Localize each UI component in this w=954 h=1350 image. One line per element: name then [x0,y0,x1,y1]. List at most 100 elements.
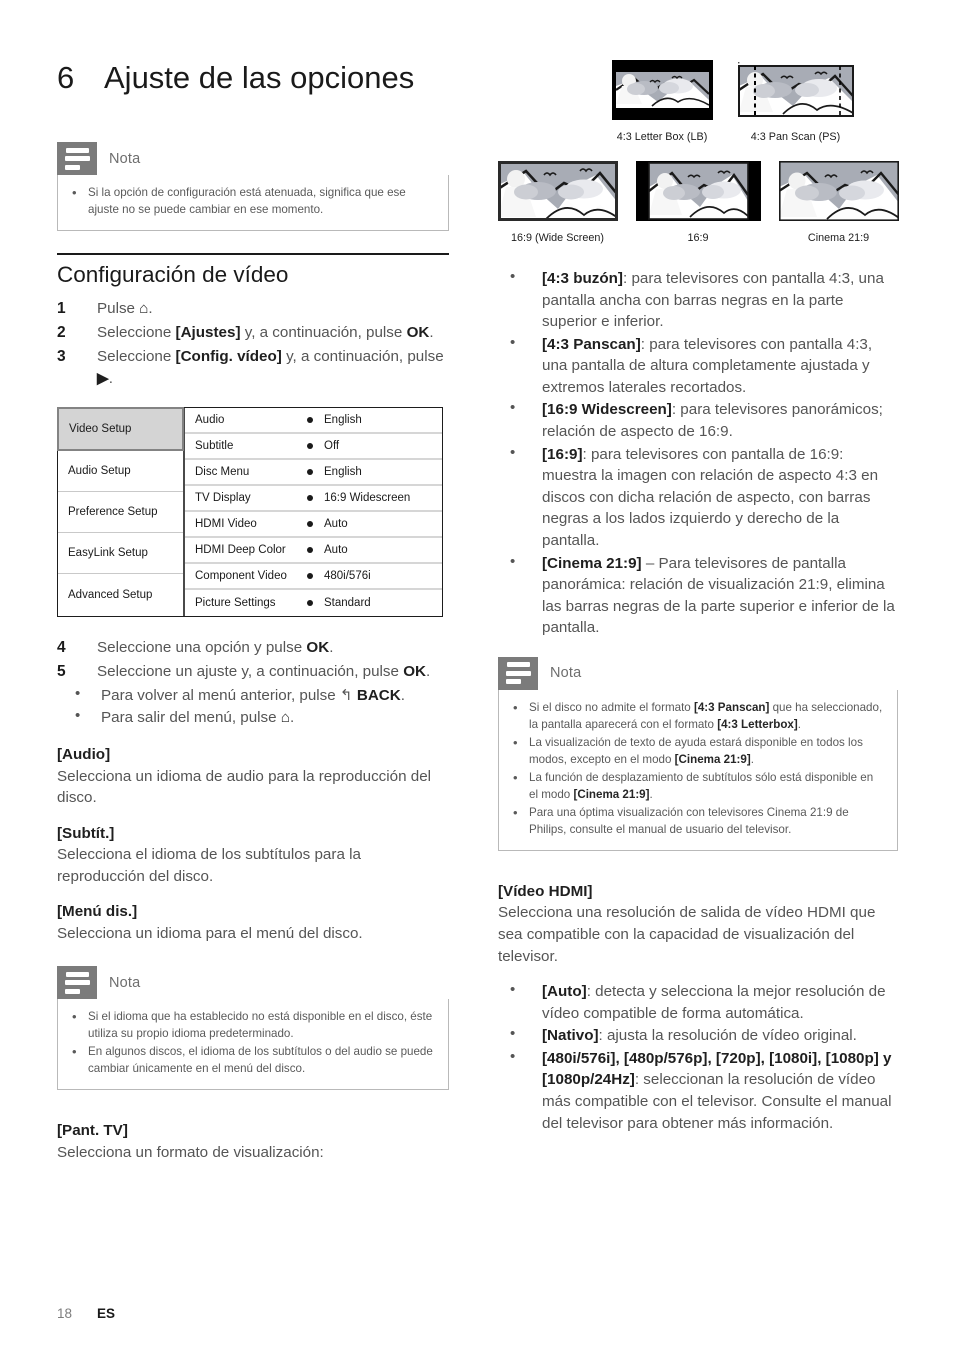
menu-sidebar: Video Setup Audio Setup Preference Setup… [57,407,185,617]
bullet-dot-icon [307,417,313,424]
menu-row-value: English [324,466,362,479]
menu-row-value: Auto [324,544,348,557]
definition-text: Selecciona el idioma de los subtítulos p… [57,846,361,885]
note-list: Si el disco no admite el formato [4:3 Pa… [509,698,883,838]
step-text: Pulse ⌂. [97,300,153,318]
tv-illustration-169-pillarbox [635,161,761,221]
menu-row[interactable]: HDMI Deep Color Auto [185,538,442,565]
definition-subtitulos: [Subtít.] Selecciona el idioma de los su… [57,823,449,887]
steps-list-1: 1 Pulse ⌂. 2 Seleccione [Ajustes] y, a c… [57,298,449,389]
letterbox-illustration-svg [611,60,713,120]
cinema219-illustration-svg [778,161,899,221]
note-icon [498,656,538,690]
device-setup-menu-screenshot: Video Setup Audio Setup Preference Setup… [57,407,443,618]
tv-format-caption: 4:3 Pan Scan (PS) [750,131,841,143]
menu-row-value: Standard [324,597,371,610]
bullet-dot-icon [307,600,313,607]
tv-illustration-panscan [737,60,855,120]
definition-title: [Menú dis.] [57,903,138,921]
tv-format-caption: 4:3 Letter Box (LB) [616,131,708,143]
note-item: Si el idioma que ha establecido no está … [68,1007,434,1042]
step-item: 4 Seleccione una opción y pulse OK. [57,637,449,659]
definition-title: [Audio] [57,746,111,764]
note-item: Para una óptima visualización con televi… [509,803,883,838]
menu-item-easylink-setup[interactable]: EasyLink Setup [58,533,183,575]
menu-item-advanced-setup[interactable]: Advanced Setup [58,574,183,615]
menu-options-panel: Audio English Subtitle Off Disc Menu Eng… [185,408,442,616]
display-option-item: [Cinema 21:9] – Para televisores de pant… [498,551,898,639]
chapter-heading: 6 Ajuste de las opciones [57,60,449,96]
language-code: ES [97,1306,116,1321]
note-list: Si la opción de configuración está atenu… [68,183,434,218]
step-number: 5 [57,663,66,681]
hdmi-option-item: [Nativo]: ajusta la resolución de vídeo … [498,1023,898,1047]
menu-row[interactable]: Picture Settings Standard [185,590,442,616]
note-body: Si el idioma que ha establecido no está … [57,999,449,1091]
step-item: 5 Seleccione un ajuste y, a continuación… [57,661,449,683]
definition-pant-tv: [Pant. TV] Selecciona un formato de visu… [57,1120,449,1163]
bullet-dot-icon [307,495,313,502]
bullet-dot-icon [307,469,313,476]
menu-row-value: Off [324,440,340,453]
menu-item-audio-setup[interactable]: Audio Setup [58,451,183,493]
menu-row[interactable]: Component Video 480i/576i [185,564,442,591]
step-text: Seleccione [Ajustes] y, a continuación, … [97,324,434,342]
menu-row[interactable]: HDMI Video Auto [185,512,442,539]
right-column: 4:3 Letter Box (LB) 4:3 Pan Scan (PS) 16… [497,60,899,1148]
step-item: 1 Pulse ⌂. [57,298,449,320]
definition-title: [Vídeo HDMI] [498,883,593,901]
note-body: Si la opción de configuración está atenu… [57,175,449,232]
tv-format-row-1: 4:3 Letter Box (LB) 4:3 Pan Scan (PS) [568,60,898,143]
definition-text: Selecciona un formato de visualización: [57,1143,324,1161]
menu-row-label: HDMI Deep Color [195,544,286,557]
menu-row-label: Component Video [195,570,287,583]
step-number: 2 [57,324,66,342]
bullet-dot-icon [307,547,313,554]
note-label: Nota [109,150,141,167]
note-item: En algunos discos, el idioma de los subt… [68,1042,434,1077]
definition-title: [Pant. TV] [57,1122,128,1140]
note-box-2: Nota Si el idioma que ha establecido no … [57,966,449,1091]
tv-format-caption: 16:9 (Wide Screen) [510,232,604,244]
menu-row[interactable]: Disc Menu English [185,460,442,487]
bullet-dot-icon [307,443,313,450]
display-option-item: [4:3 Panscan]: para televisores con pant… [498,332,898,399]
menu-row-label: TV Display [195,492,251,505]
menu-row-label: Picture Settings [195,597,276,610]
tv-format-panscan: 4:3 Pan Scan (PS) [737,60,855,143]
tv-illustration-letterbox [611,60,713,120]
note-icon [57,966,97,1000]
chapter-number: 6 [57,60,75,95]
bullet-dot-icon [307,521,313,528]
note-header: Nota [57,142,449,175]
display-options-list: [4:3 buzón]: para televisores con pantal… [498,266,898,639]
menu-row[interactable]: Subtitle Off [185,434,442,461]
note-item: Si el disco no admite el formato [4:3 Pa… [509,698,883,733]
menu-item-video-setup[interactable]: Video Setup [57,407,184,452]
tv-format-169: 16:9 [635,161,761,244]
step-item: 2 Seleccione [Ajustes] y, a continuación… [57,322,449,344]
menu-row-label: Audio [195,414,225,427]
menu-row-value: Auto [324,518,348,531]
tv-format-widescreen: 16:9 (Wide Screen) [497,161,618,244]
display-option-item: [16:9 Widescreen]: para televisores pano… [498,397,898,442]
tv-format-letterbox: 4:3 Letter Box (LB) [611,60,713,143]
tv-illustration-widescreen [497,161,618,221]
page-number: 18 [57,1306,73,1321]
note-label: Nota [550,665,582,682]
menu-row-label: Subtitle [195,440,234,453]
sub-bullet-item: Para volver al menú anterior, pulse ↰ BA… [57,683,449,707]
menu-row[interactable]: TV Display 16:9 Widescreen [185,486,442,513]
definition-title: [Subtít.] [57,824,115,842]
definition-text: Selecciona un idioma para el menú del di… [57,924,363,942]
menu-item-preference-setup[interactable]: Preference Setup [58,492,183,534]
note-header: Nota [57,966,449,1000]
hdmi-option-item: [480i/576i], [480p/576p], [720p], [1080i… [498,1046,898,1134]
note-body: Si el disco no admite el formato [4:3 Pa… [498,689,898,852]
display-option-item: [4:3 buzón]: para televisores con pantal… [498,266,898,333]
sub-bullet-item: Para salir del menú, pulse ⌂. [57,705,449,729]
note-icon [57,142,97,175]
menu-row[interactable]: Audio English [185,408,442,435]
definition-menu-disco: [Menú dis.] Selecciona un idioma para el… [57,901,449,944]
tv-format-caption: Cinema 21:9 [807,232,870,244]
